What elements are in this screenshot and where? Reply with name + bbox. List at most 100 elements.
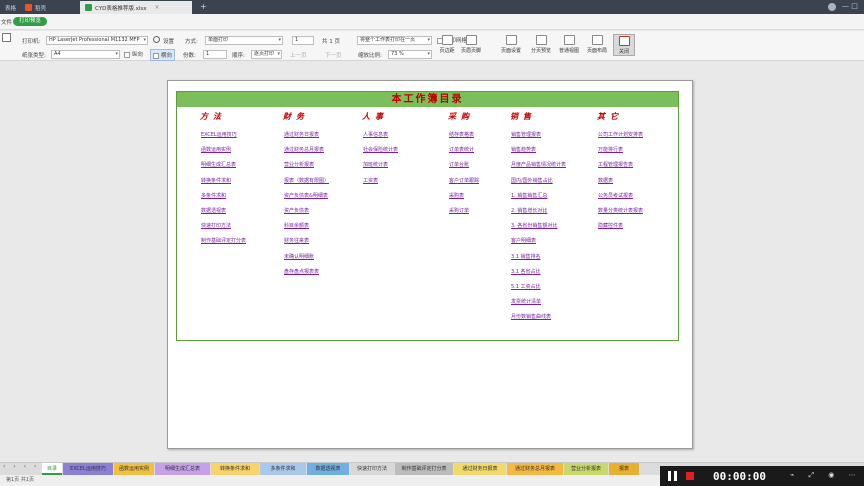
close-icon[interactable]: ×: [155, 4, 160, 11]
paper-select[interactable]: A4 ▾: [51, 50, 120, 59]
prev-page-button[interactable]: 上一页: [290, 51, 307, 59]
sheet-link[interactable]: 公司工作计划安排表: [598, 131, 643, 138]
sheet-link[interactable]: 月份数销售曲线表: [511, 313, 551, 320]
sheet-link[interactable]: 采购订单: [449, 207, 469, 214]
landscape-option[interactable]: 横向: [150, 49, 175, 61]
sheet-link[interactable]: 国内/国外销售占比: [511, 177, 553, 184]
sheet-tab[interactable]: 制作基础评定打分表: [395, 463, 453, 475]
sheet-link[interactable]: 营业分析报表: [284, 161, 314, 168]
sheet-link[interactable]: 科目余额表: [284, 222, 309, 229]
sheet-link[interactable]: 月度产品销售情况统计表: [511, 161, 566, 168]
sheet-link[interactable]: 加班统计表: [363, 161, 388, 168]
sheet-link[interactable]: 工资表: [363, 177, 378, 184]
page-setup-button[interactable]: 页面设置: [500, 35, 522, 54]
window-controls[interactable]: — □: [842, 2, 858, 10]
sheet-link[interactable]: 3.1 各省占比: [511, 268, 541, 275]
sheet-link[interactable]: 财务往来表: [284, 237, 309, 244]
menu-file[interactable]: 文件: [1, 18, 12, 26]
sheet-link[interactable]: EXCEL运用技巧: [201, 131, 237, 138]
portrait-icon: [124, 51, 130, 58]
sheet-tab[interactable]: 转换条件求和: [211, 463, 259, 475]
sheet-link[interactable]: 盘存盘点报表表: [284, 268, 319, 275]
sheet-link[interactable]: 快速打印方法: [201, 222, 231, 229]
page-number-input[interactable]: 1: [292, 36, 314, 45]
sheet-link[interactable]: 1. 销售销售汇总: [511, 192, 547, 199]
sheet-link[interactable]: 制作基础评定打分表: [201, 237, 246, 244]
sheet-link[interactable]: 5.1 工资占比: [511, 283, 541, 290]
sheet-tab[interactable]: 明细生成汇总表: [155, 463, 210, 475]
tab-docer-label: 稻壳: [35, 5, 47, 12]
page-break-preview-button[interactable]: 分页预览: [530, 35, 552, 54]
sheet-link[interactable]: 未确认明细账: [284, 253, 314, 260]
tab-home-label: 表格: [5, 5, 17, 12]
portrait-option[interactable]: 纵向: [124, 50, 143, 58]
add-tab-button[interactable]: +: [200, 2, 207, 11]
sheet-link[interactable]: 多条件求和: [201, 192, 226, 199]
sheet-tab[interactable]: 营业分析报表: [564, 463, 608, 475]
sheet-link[interactable]: 资产负债表: [284, 207, 309, 214]
sheet-link[interactable]: 3.1 销售排名: [511, 253, 541, 260]
normal-view-button[interactable]: 普通视图: [558, 35, 580, 54]
sheet-link[interactable]: 公务员考试报表: [598, 192, 633, 199]
sheet-link[interactable]: 报表（数据有限图）: [284, 177, 329, 184]
sheet-tab-active[interactable]: 目录: [42, 463, 62, 475]
sheet-link[interactable]: 万能排行表: [598, 146, 623, 153]
order-select[interactable]: 逐页打印 ▾: [251, 50, 282, 59]
sheet-link[interactable]: 通过财务总月报表: [284, 146, 324, 153]
print-icon[interactable]: [2, 33, 11, 42]
sheet-link[interactable]: 订单台账: [449, 161, 469, 168]
column-heading: 方法: [200, 111, 226, 121]
sheet-link[interactable]: 工程管理报告表: [598, 161, 633, 168]
zoom-select[interactable]: 73 % ▾: [388, 50, 432, 59]
sheet-link[interactable]: 客户明细表: [511, 237, 536, 244]
sheet-tab[interactable]: 多条件求和: [260, 463, 306, 475]
sheet-tab[interactable]: EXCEL运用技巧: [63, 463, 113, 475]
sheet-link[interactable]: 销售趋势表: [511, 146, 536, 153]
sheet-link[interactable]: 数量分类统计表报表: [598, 207, 643, 214]
sheet-link[interactable]: 数据透视表: [201, 207, 226, 214]
settings-button[interactable]: 设置: [163, 37, 174, 45]
gear-icon[interactable]: [153, 36, 160, 43]
sheet-tab[interactable]: 通过财务总月报表: [507, 463, 563, 475]
sheet-link[interactable]: 销售管理报表: [511, 131, 541, 138]
sheet-tab[interactable]: 报表: [609, 463, 639, 475]
sheet-link[interactable]: 结存表格表: [449, 131, 474, 138]
sheet-link[interactable]: 社会保险统计表: [363, 146, 398, 153]
sheet-link[interactable]: 人事信息表: [363, 131, 388, 138]
margins-button[interactable]: 页边距: [436, 35, 458, 54]
sheet-link[interactable]: 函数运用实例: [201, 146, 231, 153]
printer-select[interactable]: HP LaserJet Professional M1132 MFP ▾: [46, 36, 148, 45]
method-select[interactable]: 单面打印 ▾: [205, 36, 283, 45]
tab-spreadsheet[interactable]: CYD表格推荐版.xlsx ×: [80, 1, 192, 14]
sheet-link[interactable]: 2. 销售增长对比: [511, 207, 547, 214]
copies-input[interactable]: 1: [203, 50, 227, 59]
sheet-tab[interactable]: 数据透视表: [307, 463, 349, 475]
sheet-tab[interactable]: 快速打印方法: [350, 463, 394, 475]
avatar[interactable]: [828, 3, 836, 11]
sheet-link[interactable]: 转换条件求和: [201, 177, 231, 184]
sheet-link[interactable]: 3. 各省份销售额对比: [511, 222, 557, 229]
stop-icon[interactable]: [686, 472, 694, 480]
print-scope-select[interactable]: 将整个工作表打印在一页 ▾: [357, 36, 432, 45]
sheet-link[interactable]: 明细生成汇总表: [201, 161, 236, 168]
sheet-link[interactable]: 资产负债表&明细表: [284, 192, 328, 199]
sheet-nav-arrows[interactable]: ‹ › ‹ ›: [3, 463, 39, 470]
header-footer-button[interactable]: 页眉页脚: [460, 35, 482, 54]
close-preview-button[interactable]: 关闭: [613, 34, 635, 56]
next-page-button[interactable]: 下一页: [325, 51, 342, 59]
pause-icon[interactable]: [668, 471, 677, 481]
sheet-tab[interactable]: 函数运用实例: [114, 463, 154, 475]
recording-controls[interactable]: ⌁ ⤢ ◉ ⋯: [790, 471, 862, 480]
sheet-link[interactable]: 发票统计清单: [511, 298, 541, 305]
sheet-link[interactable]: 数据表: [598, 177, 613, 184]
tab-home[interactable]: 表格: [0, 1, 18, 14]
sheet-tab[interactable]: 通过财务日报表: [454, 463, 506, 475]
page-layout-button[interactable]: 页面布局: [586, 35, 608, 54]
sheet-link[interactable]: 客户订单跟踪: [449, 177, 479, 184]
sheet-link[interactable]: 订单表统计: [449, 146, 474, 153]
sheet-link[interactable]: 隐藏控件表: [598, 222, 623, 229]
sheet-link[interactable]: 采购表: [449, 192, 464, 199]
sheet-link[interactable]: 通过财务日报表: [284, 131, 319, 138]
print-preview-tab[interactable]: 打印预览: [13, 17, 48, 26]
tab-docer[interactable]: 稻壳: [20, 1, 76, 14]
